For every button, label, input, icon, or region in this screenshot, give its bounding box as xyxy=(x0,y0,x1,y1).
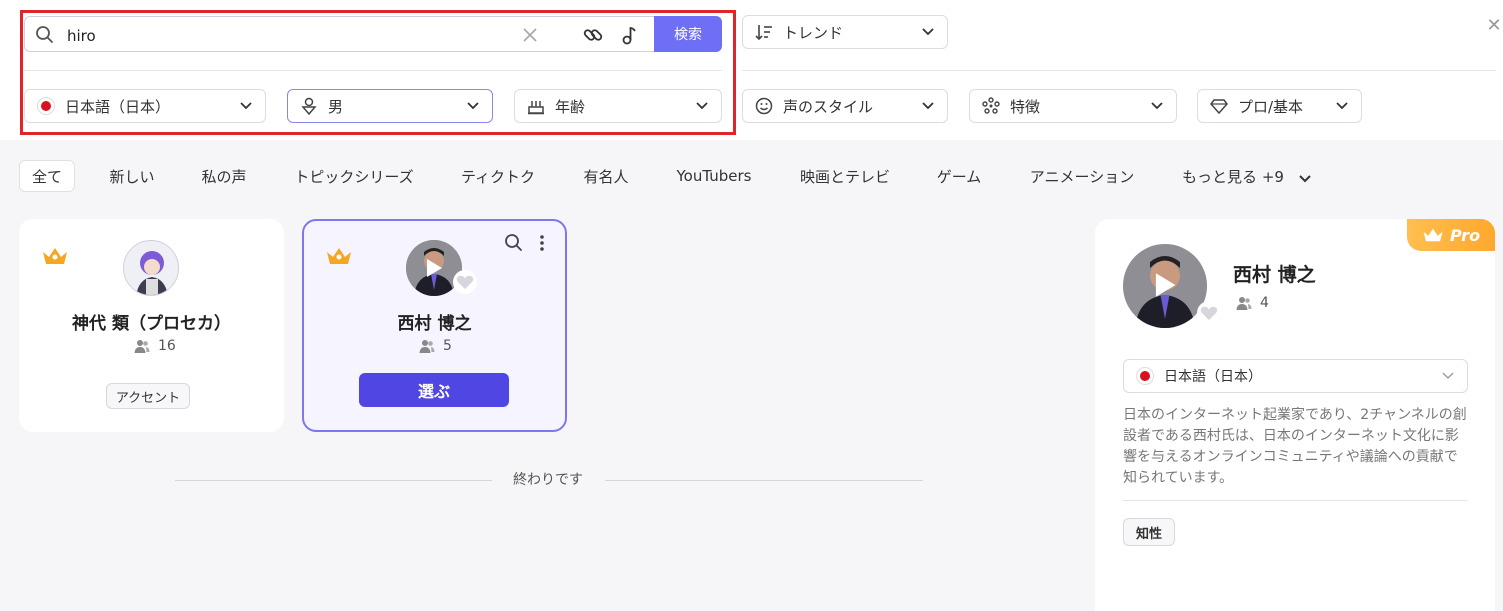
chevron-down-icon xyxy=(1298,170,1312,184)
tab-tiktok[interactable]: ティクトク xyxy=(455,160,541,192)
tier-select[interactable]: プロ/基本 xyxy=(1197,89,1362,123)
close-icon[interactable]: ✕ xyxy=(1484,16,1503,36)
users-icon xyxy=(134,338,150,354)
chevron-down-icon xyxy=(921,24,935,38)
avatar xyxy=(123,240,179,296)
accent-tag: アクセント xyxy=(106,383,190,409)
tab-more[interactable]: もっと見る +9 xyxy=(1176,160,1290,192)
japan-flag-icon xyxy=(1136,367,1154,385)
choose-button[interactable]: 選ぶ xyxy=(359,373,509,407)
pro-badge-label: Pro xyxy=(1449,225,1481,245)
tier-label: プロ/基本 xyxy=(1238,97,1304,116)
sort-label: トレンド xyxy=(783,23,844,42)
voice-name: 神代 類（プロセカ） xyxy=(72,314,231,334)
smile-icon xyxy=(755,97,773,115)
end-of-list-text: 終わりです xyxy=(513,472,583,488)
chevron-down-icon xyxy=(1335,98,1349,112)
tab-all[interactable]: 全て xyxy=(19,160,75,192)
detail-user-count: 4 xyxy=(1236,295,1269,311)
divider xyxy=(742,70,1496,71)
crown-icon xyxy=(41,245,69,267)
detail-user-count-value: 4 xyxy=(1260,295,1269,311)
tab-new[interactable]: 新しい xyxy=(102,160,162,192)
tab-topic-series[interactable]: トピックシリーズ xyxy=(288,160,420,192)
chevron-down-icon xyxy=(921,98,935,112)
divider xyxy=(175,480,492,481)
style-select[interactable]: 声のスタイル xyxy=(742,89,948,123)
user-count-value: 16 xyxy=(158,338,176,354)
tab-my-voice[interactable]: 私の声 xyxy=(194,160,254,192)
detail-language-label: 日本語（日本） xyxy=(1164,369,1262,385)
tab-youtubers[interactable]: YouTubers xyxy=(670,160,758,192)
sort-select[interactable]: トレンド xyxy=(742,15,948,49)
chevron-down-icon xyxy=(1441,368,1455,382)
sort-icon xyxy=(755,23,773,41)
tab-games[interactable]: ゲーム xyxy=(931,160,987,192)
divider xyxy=(605,480,923,481)
tab-animation[interactable]: アニメーション xyxy=(1024,160,1140,192)
more-icon[interactable] xyxy=(536,233,548,253)
divider xyxy=(1123,500,1468,501)
features-label: 特徴 xyxy=(1010,97,1041,116)
users-icon xyxy=(419,338,435,354)
tab-celebrities[interactable]: 有名人 xyxy=(578,160,634,192)
search-icon[interactable] xyxy=(504,233,524,253)
voice-name: 西村 博之 xyxy=(397,314,472,334)
heart-icon[interactable] xyxy=(1196,301,1222,325)
crown-icon xyxy=(1423,228,1443,242)
play-icon[interactable] xyxy=(1152,270,1178,300)
features-icon xyxy=(982,97,1000,115)
detail-tag: 知性 xyxy=(1123,518,1175,546)
tab-movies-tv[interactable]: 映画とテレビ xyxy=(795,160,895,192)
detail-description: 日本のインターネット起業家であり、2チャンネルの創設者である西村氏は、日本のイン… xyxy=(1123,407,1467,486)
user-count: 16 xyxy=(134,338,176,354)
pro-badge: Pro xyxy=(1407,219,1495,251)
detail-name: 西村 博之 xyxy=(1233,264,1316,286)
users-icon xyxy=(1236,295,1252,311)
features-select[interactable]: 特徴 xyxy=(969,89,1177,123)
highlight-box xyxy=(20,10,736,135)
diamond-icon xyxy=(1210,97,1228,115)
user-count-value: 5 xyxy=(443,338,452,354)
chevron-down-icon xyxy=(1150,98,1164,112)
crown-icon xyxy=(325,245,353,267)
user-count: 5 xyxy=(419,338,452,354)
style-label: 声のスタイル xyxy=(783,97,874,116)
heart-icon[interactable] xyxy=(452,270,478,294)
detail-language-select[interactable]: 日本語（日本） xyxy=(1123,359,1468,393)
play-icon[interactable] xyxy=(424,257,444,279)
